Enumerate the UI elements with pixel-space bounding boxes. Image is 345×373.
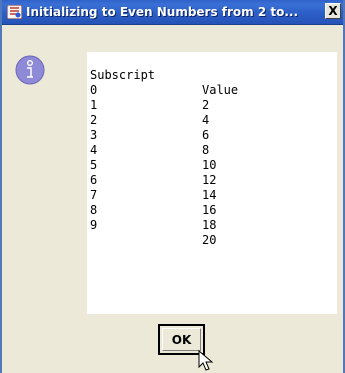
subscript-cell: 9 xyxy=(90,218,98,232)
value-cell: 8 xyxy=(202,143,210,157)
table-row: 6 14 xyxy=(90,158,216,202)
table-row: 8 18 xyxy=(90,188,216,232)
ok-button-label: OK xyxy=(171,332,192,347)
message-dialog: Initializing to Even Numbers from 2 to..… xyxy=(0,0,345,373)
table-row: 3 8 xyxy=(90,113,209,157)
message-text-area[interactable]: Subscript Value 0 2 1 4 2 6 3 8 4 10 5 1… xyxy=(87,52,337,314)
value-cell: 12 xyxy=(202,173,217,187)
value-header: Value xyxy=(202,83,239,97)
value-cell: 16 xyxy=(202,203,217,217)
dialog-title: Initializing to Even Numbers from 2 to..… xyxy=(26,5,299,19)
value-cell: 14 xyxy=(202,188,217,202)
value-cell: 20 xyxy=(202,233,217,247)
value-cell: 10 xyxy=(202,158,217,172)
close-icon: X xyxy=(328,4,338,18)
java-app-icon xyxy=(7,5,22,19)
table-row: 2 6 xyxy=(90,98,209,142)
header-row: Subscript Value xyxy=(90,53,238,97)
value-cell: 2 xyxy=(202,98,210,112)
table-row: 4 10 xyxy=(90,128,216,172)
value-cell: 18 xyxy=(202,218,217,232)
table-row: 5 12 xyxy=(90,143,216,187)
table-row: 1 4 xyxy=(90,83,209,127)
value-cell: 6 xyxy=(202,128,210,142)
table-row: 7 16 xyxy=(90,173,216,217)
close-button[interactable]: X xyxy=(325,3,341,19)
mouse-pointer-icon xyxy=(198,350,214,371)
information-icon xyxy=(15,55,45,85)
table-row: 9 20 xyxy=(90,203,216,247)
title-bar[interactable]: Initializing to Even Numbers from 2 to..… xyxy=(2,0,343,25)
table-row: 0 2 xyxy=(90,68,209,112)
value-cell: 4 xyxy=(202,113,210,127)
